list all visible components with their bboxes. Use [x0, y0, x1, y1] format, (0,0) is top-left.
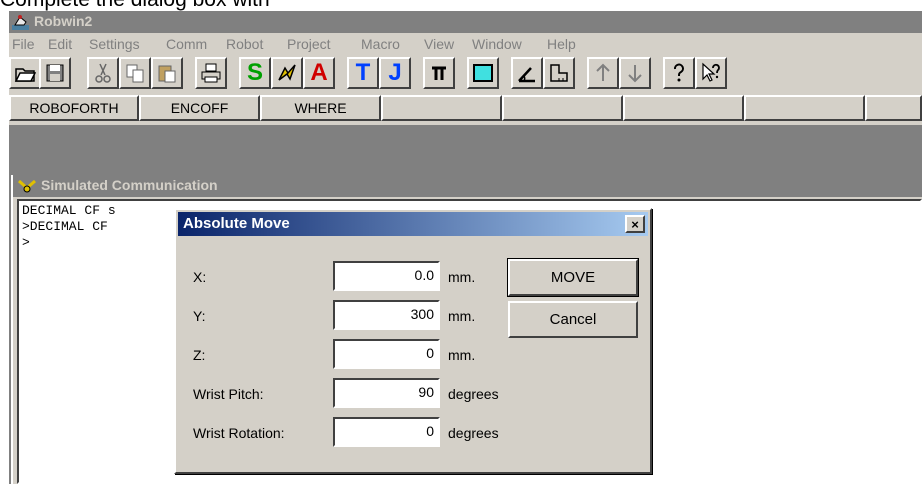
command-button-7[interactable]	[744, 95, 865, 121]
j-letter-icon: J	[388, 59, 402, 86]
down-arrow-button[interactable]	[619, 57, 651, 89]
move-button[interactable]: MOVE	[507, 258, 639, 297]
app-window: Robwin2 File Edit Settings Comm Robot Pr…	[9, 11, 922, 484]
help-button[interactable]	[663, 57, 695, 89]
frame-button[interactable]	[543, 57, 575, 89]
wrist-rotation-unit: degrees	[448, 425, 499, 441]
menu-file[interactable]: File	[12, 36, 35, 52]
s-button[interactable]: S	[239, 57, 271, 89]
menu-comm[interactable]: Comm	[166, 36, 207, 52]
pi-button[interactable]	[423, 57, 455, 89]
z-input[interactable]: 0	[333, 339, 440, 369]
z-label: Z:	[193, 347, 206, 363]
y-label: Y:	[193, 308, 206, 324]
command-bar: ROBOFORTH ENCOFF WHERE	[9, 95, 922, 121]
copy-icon	[126, 64, 144, 83]
scissors-icon	[95, 63, 111, 83]
dialog-titlebar[interactable]: Absolute Move ×	[178, 212, 648, 236]
up-arrow-icon	[596, 63, 610, 81]
command-button-8[interactable]	[865, 95, 922, 121]
context-help-button[interactable]	[695, 57, 727, 89]
up-arrow-button[interactable]	[587, 57, 619, 89]
z-unit: mm.	[448, 347, 476, 363]
app-title: Robwin2	[34, 13, 93, 29]
close-icon: ×	[631, 216, 639, 232]
child-titlebar[interactable]: Simulated Communication	[13, 175, 922, 197]
lightning-button[interactable]	[271, 57, 303, 89]
s-letter-icon: S	[246, 59, 263, 86]
roboforth-button[interactable]: ROBOFORTH	[9, 95, 139, 121]
close-button[interactable]: ×	[625, 215, 645, 233]
where-button[interactable]: WHERE	[260, 95, 381, 121]
cut-button[interactable]	[87, 57, 119, 89]
wrist-pitch-input[interactable]: 90	[333, 378, 440, 408]
pi-icon	[432, 66, 446, 80]
print-button[interactable]	[195, 57, 227, 89]
wrist-rotation-input[interactable]: 0	[333, 417, 440, 447]
wrist-pitch-label: Wrist Pitch:	[193, 386, 264, 402]
angle-icon	[518, 67, 535, 83]
antenna-icon	[18, 179, 36, 193]
question-mark-icon	[674, 63, 684, 82]
angle-button[interactable]	[511, 57, 543, 89]
menu-bar: File Edit Settings Comm Robot Project Ma…	[9, 33, 922, 55]
encoff-button[interactable]: ENCOFF	[139, 95, 260, 121]
y-unit: mm.	[448, 308, 476, 324]
y-input[interactable]: 300	[333, 300, 440, 330]
frame-icon	[550, 64, 568, 82]
open-button[interactable]	[9, 57, 41, 89]
save-button[interactable]	[39, 57, 71, 89]
pointer-question-icon	[702, 62, 720, 82]
menu-robot[interactable]: Robot	[226, 36, 263, 52]
x-input[interactable]: 0.0	[333, 261, 440, 291]
command-button-4[interactable]	[381, 95, 502, 121]
toolbar: S A T J	[9, 57, 922, 93]
lightning-icon	[278, 64, 296, 81]
robot-arm-icon	[12, 15, 29, 30]
menu-view[interactable]: View	[424, 36, 454, 52]
t-letter-icon: T	[355, 59, 371, 86]
x-label: X:	[193, 269, 207, 285]
clipboard-icon	[158, 65, 176, 83]
menu-window[interactable]: Window	[472, 36, 522, 52]
wrist-pitch-unit: degrees	[448, 386, 499, 402]
a-button[interactable]: A	[303, 57, 335, 89]
floppy-disk-icon	[46, 64, 64, 82]
absolute-move-dialog: Absolute Move × X: 0.0 mm. Y: 300 mm. Z:…	[174, 208, 652, 474]
child-title: Simulated Communication	[41, 177, 218, 193]
copy-button[interactable]	[119, 57, 151, 89]
menu-help[interactable]: Help	[547, 36, 576, 52]
menu-settings[interactable]: Settings	[89, 36, 140, 52]
rectangle-icon	[473, 64, 493, 82]
paste-button[interactable]	[151, 57, 183, 89]
menu-macro[interactable]: Macro	[361, 36, 400, 52]
a-letter-icon: A	[310, 59, 328, 86]
j-button[interactable]: J	[379, 57, 411, 89]
command-button-5[interactable]	[502, 95, 623, 121]
printer-icon	[201, 63, 221, 83]
wrist-rotation-label: Wrist Rotation:	[193, 425, 285, 441]
down-arrow-icon	[628, 65, 642, 83]
app-titlebar[interactable]: Robwin2	[9, 11, 922, 33]
menu-project[interactable]: Project	[287, 36, 331, 52]
cancel-button[interactable]: Cancel	[508, 301, 638, 338]
t-button[interactable]: T	[347, 57, 379, 89]
rectangle-button[interactable]	[467, 57, 499, 89]
open-folder-icon	[14, 68, 36, 82]
x-unit: mm.	[448, 269, 476, 285]
dialog-title: Absolute Move	[183, 215, 290, 232]
command-button-6[interactable]	[623, 95, 744, 121]
menu-edit[interactable]: Edit	[48, 36, 72, 52]
